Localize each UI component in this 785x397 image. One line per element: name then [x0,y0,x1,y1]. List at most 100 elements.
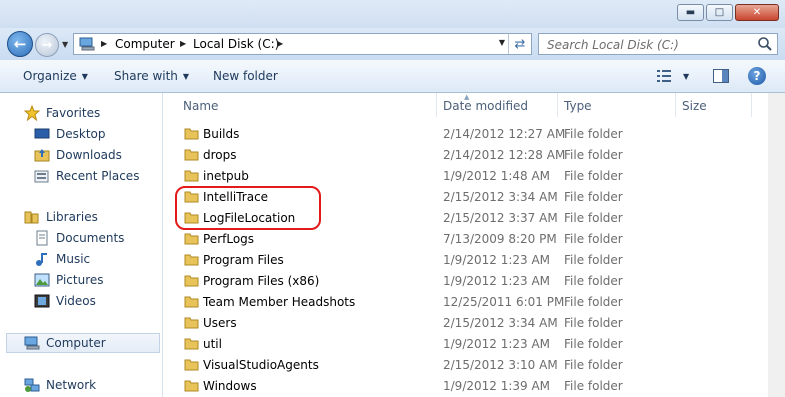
nav-computer[interactable]: Computer [6,333,160,353]
share-with-button[interactable]: Share with ▼ [114,69,189,83]
file-date: 2/14/2012 12:28 AM [443,148,566,162]
nav-network[interactable]: Network [24,375,96,395]
nav-favorites[interactable]: Favorites [24,103,100,123]
column-divider[interactable] [675,93,676,117]
breadcrumb-separator-icon[interactable]: ▶ [277,39,283,48]
folder-icon [184,359,199,371]
file-row[interactable]: Builds 2/14/2012 12:27 AM File folder [163,124,763,145]
search-box[interactable] [538,33,778,55]
file-row[interactable]: VisualStudioAgents 2/15/2012 3:10 AM Fil… [163,355,763,376]
file-row[interactable]: PerfLogs 7/13/2009 8:20 PM File folder [163,229,763,250]
column-divider[interactable] [436,93,437,117]
help-button[interactable]: ? [748,67,766,85]
file-row[interactable]: Team Member Headshots 12/25/2011 6:01 PM… [163,292,763,313]
breadcrumb-local-disk[interactable]: Local Disk (C:) [193,37,279,51]
back-button[interactable]: ← [7,31,33,57]
nav-documents[interactable]: Documents [34,228,124,248]
file-type: File folder [564,379,623,393]
file-row[interactable]: Windows 1/9/2012 1:39 AM File folder [163,376,763,397]
file-type: File folder [564,190,623,204]
libraries-icon [24,211,39,224]
file-type: File folder [564,295,623,309]
folder-icon [184,170,199,182]
nav-music[interactable]: Music [34,249,90,269]
videos-icon [34,294,50,308]
file-row[interactable]: util 1/9/2012 1:23 AM File folder [163,334,763,355]
file-name: PerfLogs [203,232,255,246]
folder-icon [184,275,199,287]
preview-pane-icon[interactable] [713,69,729,83]
column-name[interactable]: Name [183,99,218,113]
folder-icon [184,128,199,140]
documents-icon [36,230,48,246]
file-type: File folder [564,253,623,267]
search-icon[interactable] [757,36,773,52]
nav-computer-label: Computer [46,336,106,350]
nav-downloads-label: Downloads [56,148,122,162]
column-header-row: ▲ Name Date modified Type Size [163,93,785,117]
file-name: Windows [203,379,257,393]
file-name: inetpub [203,169,249,183]
pictures-icon [34,273,50,287]
nav-pictures-label: Pictures [56,273,104,287]
address-history-dropdown[interactable]: ▼ [499,38,505,47]
view-options-dropdown-icon[interactable]: ▼ [683,72,689,81]
nav-downloads[interactable]: Downloads [34,145,122,165]
recent-pages-dropdown[interactable]: ▼ [62,40,68,49]
search-input[interactable] [545,35,749,55]
maximize-icon: □ [714,7,725,18]
caption-buttons: ▬ □ ✕ [677,4,779,21]
address-bar[interactable]: ▶ Computer ▶ Local Disk (C:) ▶ ▼ ⇄ [73,33,532,55]
column-divider[interactable] [751,93,752,117]
file-type: File folder [564,169,623,183]
nav-desktop[interactable]: Desktop [34,124,106,144]
column-type[interactable]: Type [564,99,592,113]
vertical-scrollbar[interactable] [768,93,785,397]
folder-icon [184,233,199,245]
file-date: 2/15/2012 3:37 AM [443,211,558,225]
file-row[interactable]: Program Files 1/9/2012 1:23 AM File fold… [163,250,763,271]
file-row[interactable]: Users 2/15/2012 3:34 AM File folder [163,313,763,334]
nav-documents-label: Documents [56,231,125,245]
breadcrumb-separator-icon[interactable]: ▶ [180,39,186,48]
breadcrumb-computer[interactable]: Computer [115,37,175,51]
file-type: File folder [564,232,623,246]
nav-network-label: Network [46,378,97,392]
share-with-label: Share with [114,69,178,83]
forward-button[interactable]: → [35,33,59,57]
file-date: 2/15/2012 3:34 AM [443,190,558,204]
nav-recent-places[interactable]: Recent Places [34,166,139,186]
chevron-down-icon: ▼ [182,72,190,81]
help-icon: ? [753,69,761,83]
refresh-icon: ⇄ [514,36,526,52]
file-type: File folder [564,274,623,288]
file-type: File folder [564,358,623,372]
column-divider[interactable] [557,93,558,117]
file-row[interactable]: Program Files (x86) 1/9/2012 1:23 AM Fil… [163,271,763,292]
nav-desktop-label: Desktop [56,127,106,141]
breadcrumb-separator-icon[interactable]: ▶ [101,39,107,48]
computer-icon [79,37,95,51]
refresh-button[interactable]: ⇄ [508,34,531,54]
column-date-modified[interactable]: Date modified [443,99,528,113]
nav-libraries[interactable]: Libraries [24,207,98,227]
close-button[interactable]: ✕ [735,4,779,21]
file-type: File folder [564,127,623,141]
change-view-icon[interactable] [657,70,671,82]
folder-icon [184,149,199,161]
file-row[interactable]: drops 2/14/2012 12:28 AM File folder [163,145,763,166]
file-row[interactable]: inetpub 1/9/2012 1:48 AM File folder [163,166,763,187]
file-date: 2/15/2012 3:34 AM [443,316,558,330]
nav-favorites-label: Favorites [46,106,101,120]
file-date: 7/13/2009 8:20 PM [443,232,557,246]
folder-icon [184,380,199,392]
minimize-button[interactable]: ▬ [677,4,704,21]
maximize-button[interactable]: □ [706,4,733,21]
nav-videos[interactable]: Videos [34,291,96,311]
new-folder-button[interactable]: New folder [213,69,278,83]
nav-pictures[interactable]: Pictures [34,270,104,290]
column-size[interactable]: Size [682,99,707,113]
organize-button[interactable]: Organize ▼ [23,69,88,83]
file-date: 1/9/2012 1:23 AM [443,274,551,288]
highlight-annotation [175,186,321,230]
